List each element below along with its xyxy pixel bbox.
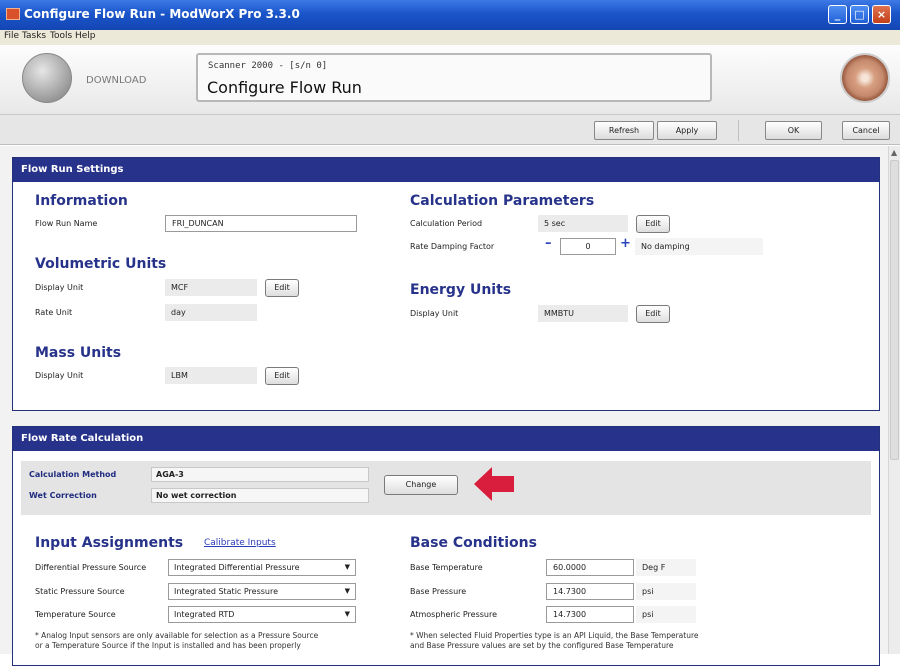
base-temperature-input[interactable]: 60.0000 [546, 559, 634, 576]
rate-damping-label: Rate Damping Factor [410, 242, 495, 251]
mass-edit-button[interactable]: Edit [265, 367, 299, 385]
damping-value-input[interactable]: 0 [560, 238, 616, 255]
download-knob-icon[interactable] [22, 53, 72, 103]
calculation-period-edit-button[interactable]: Edit [636, 215, 670, 233]
volumetric-edit-button[interactable]: Edit [265, 279, 299, 297]
volumetric-units-title: Volumetric Units [35, 256, 167, 272]
scroll-thumb[interactable] [890, 160, 899, 460]
download-label[interactable]: DOWNLOAD [86, 75, 146, 86]
base-conditions-note-line1: * When selected Fluid Properties type is… [410, 631, 699, 640]
mass-units-title: Mass Units [35, 345, 122, 361]
wet-correction-label: Wet Correction [29, 491, 97, 500]
rate-unit-value: day [165, 304, 257, 321]
base-pressure-input[interactable]: 14.7300 [546, 583, 634, 600]
input-assignments-note-line2: or a Temperature Source if the Input is … [35, 641, 301, 650]
calculation-method-value: AGA-3 [151, 467, 369, 482]
chevron-down-icon: ▼ [344, 587, 350, 595]
chevron-down-icon: ▼ [344, 563, 350, 571]
app-icon [6, 8, 20, 20]
callout-arrow-icon [474, 467, 514, 501]
apply-button[interactable]: Apply [657, 121, 717, 140]
information-title: Information [35, 193, 128, 209]
energy-display-unit-value: MMBTU [538, 305, 628, 322]
rate-unit-label: Rate Unit [35, 308, 73, 317]
menu-tasks[interactable]: Tasks [22, 31, 46, 41]
damping-decrease-button[interactable]: – [545, 236, 552, 251]
close-button[interactable]: × [872, 5, 891, 24]
differential-pressure-source-select[interactable]: Integrated Differential Pressure ▼ [168, 559, 356, 576]
calculation-period-label: Calculation Period [410, 219, 483, 228]
flow-rate-calculation-panel: Flow Rate Calculation Calculation Method… [12, 426, 880, 666]
calculation-period-value: 5 sec [538, 215, 628, 232]
toolbar-divider [738, 120, 739, 141]
calibrate-inputs-link[interactable]: Calibrate Inputs [204, 538, 276, 548]
menu-help[interactable]: Help [75, 31, 96, 41]
device-name: Scanner 2000 - [s/n 0] [208, 61, 328, 71]
atmospheric-pressure-input[interactable]: 14.7300 [546, 606, 634, 623]
temperature-source-value: Integrated RTD [174, 610, 235, 619]
action-toolbar: Refresh Apply OK Cancel [0, 115, 900, 145]
app-header: DOWNLOAD Scanner 2000 - [s/n 0] Configur… [0, 45, 900, 115]
flow-run-name-input[interactable]: FRI_DUNCAN [165, 215, 357, 232]
damping-note: No damping [635, 238, 763, 255]
damping-increase-button[interactable]: + [620, 236, 631, 251]
cancel-button[interactable]: Cancel [842, 121, 890, 140]
input-assignments-title: Input Assignments [35, 535, 184, 551]
flow-run-settings-panel: Flow Run Settings Information Flow Run N… [12, 157, 880, 411]
volumetric-display-unit-value: MCF [165, 279, 257, 296]
change-method-button[interactable]: Change [384, 475, 458, 495]
energy-display-unit-label: Display Unit [410, 309, 459, 318]
input-assignments-note-line1: * Analog Input sensors are only availabl… [35, 631, 319, 640]
calculation-method-box: Calculation Method AGA-3 Wet Correction … [21, 461, 871, 515]
base-conditions-title: Base Conditions [410, 535, 537, 551]
atmospheric-pressure-label: Atmospheric Pressure [410, 610, 498, 619]
minimize-button[interactable]: _ [828, 5, 847, 24]
vertical-scrollbar[interactable]: ▲ [888, 146, 900, 654]
device-info-box: Scanner 2000 - [s/n 0] Configure Flow Ru… [196, 53, 712, 102]
calculation-method-label: Calculation Method [29, 470, 117, 479]
temperature-source-label: Temperature Source [35, 610, 116, 619]
atmospheric-pressure-unit: psi [636, 606, 696, 623]
base-pressure-unit: psi [636, 583, 696, 600]
energy-edit-button[interactable]: Edit [636, 305, 670, 323]
base-temperature-unit: Deg F [636, 559, 696, 576]
base-conditions-note-line2: and Base Pressure values are set by the … [410, 641, 674, 650]
energy-units-title: Energy Units [410, 282, 512, 298]
differential-pressure-source-value: Integrated Differential Pressure [174, 563, 300, 572]
chevron-down-icon: ▼ [344, 610, 350, 618]
static-pressure-source-value: Integrated Static Pressure [174, 587, 279, 596]
scroll-up-icon[interactable]: ▲ [891, 148, 897, 157]
ok-button[interactable]: OK [765, 121, 822, 140]
base-pressure-label: Base Pressure [410, 587, 467, 596]
mass-display-unit-value: LBM [165, 367, 257, 384]
flow-run-settings-header: Flow Run Settings [13, 158, 879, 182]
menu-bar: File Tasks Tools Help [0, 30, 900, 45]
menu-tools[interactable]: Tools [50, 31, 72, 41]
wet-correction-value: No wet correction [151, 488, 369, 503]
page-title: Configure Flow Run [207, 78, 362, 97]
base-temperature-label: Base Temperature [410, 563, 483, 572]
differential-pressure-source-label: Differential Pressure Source [35, 563, 147, 572]
fan-logo-icon [840, 53, 890, 103]
static-pressure-source-label: Static Pressure Source [35, 587, 125, 596]
flow-rate-calculation-header: Flow Rate Calculation [13, 427, 879, 451]
temperature-source-select[interactable]: Integrated RTD ▼ [168, 606, 356, 623]
maximize-button[interactable]: □ [850, 5, 869, 24]
refresh-button[interactable]: Refresh [594, 121, 654, 140]
window-titlebar: Configure Flow Run - ModWorX Pro 3.3.0 _… [0, 0, 900, 30]
volumetric-display-unit-label: Display Unit [35, 283, 84, 292]
window-title: Configure Flow Run - ModWorX Pro 3.3.0 [24, 7, 300, 21]
mass-display-unit-label: Display Unit [35, 371, 84, 380]
flow-run-name-label: Flow Run Name [35, 219, 98, 228]
static-pressure-source-select[interactable]: Integrated Static Pressure ▼ [168, 583, 356, 600]
calculation-parameters-title: Calculation Parameters [410, 193, 595, 209]
menu-file[interactable]: File [4, 31, 19, 41]
